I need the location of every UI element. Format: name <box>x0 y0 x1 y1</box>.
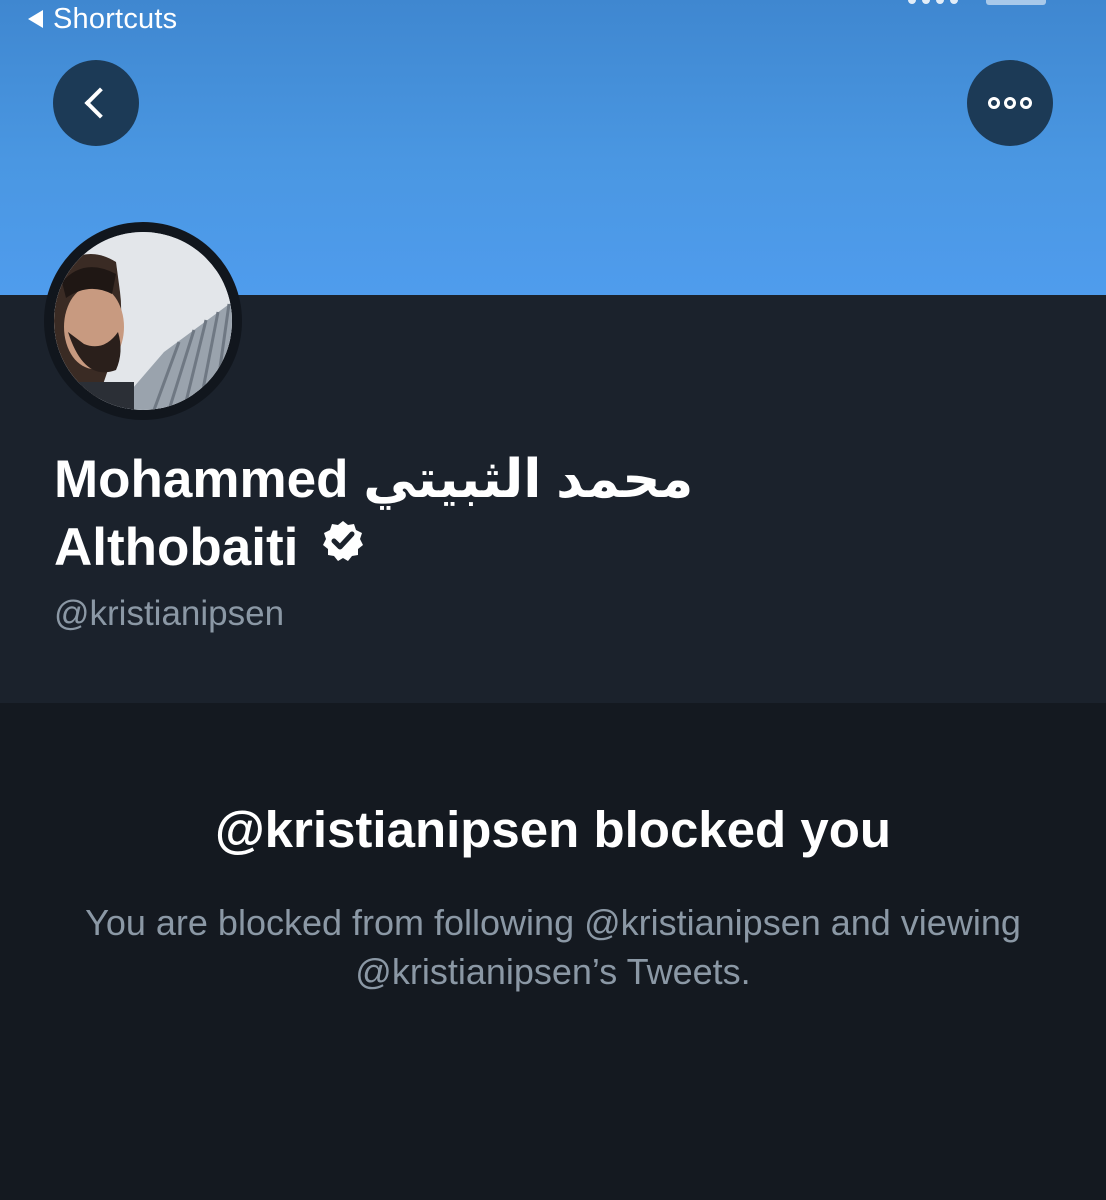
chevron-left-icon <box>84 87 116 119</box>
profile-handle: @kristianipsen <box>54 594 285 633</box>
display-name-text: Mohammed محمد الثبيتي Althobaiti <box>54 450 694 577</box>
back-button[interactable] <box>53 60 139 146</box>
blocked-description: You are blocked from following @kristian… <box>85 902 1021 992</box>
back-triangle-icon <box>28 10 43 28</box>
signal-icon <box>908 0 958 4</box>
battery-icon <box>986 0 1046 5</box>
profile-display-name: Mohammed محمد الثبيتي Althobaiti <box>54 446 814 582</box>
status-back-label: Shortcuts <box>53 2 178 35</box>
more-horizontal-icon <box>988 97 1032 109</box>
avatar[interactable] <box>44 222 242 420</box>
avatar-photo-icon <box>54 232 232 410</box>
blocked-title: @kristianipsen blocked you <box>214 801 892 858</box>
avatar-image <box>54 232 232 410</box>
status-indicators <box>908 0 1046 6</box>
verified-badge-icon <box>321 512 365 580</box>
profile-screen: Shortcuts Mohammed محمد الثبيتي Althobai… <box>0 0 1106 1200</box>
status-back-to-app[interactable]: Shortcuts <box>28 2 177 36</box>
more-options-button[interactable] <box>967 60 1053 146</box>
